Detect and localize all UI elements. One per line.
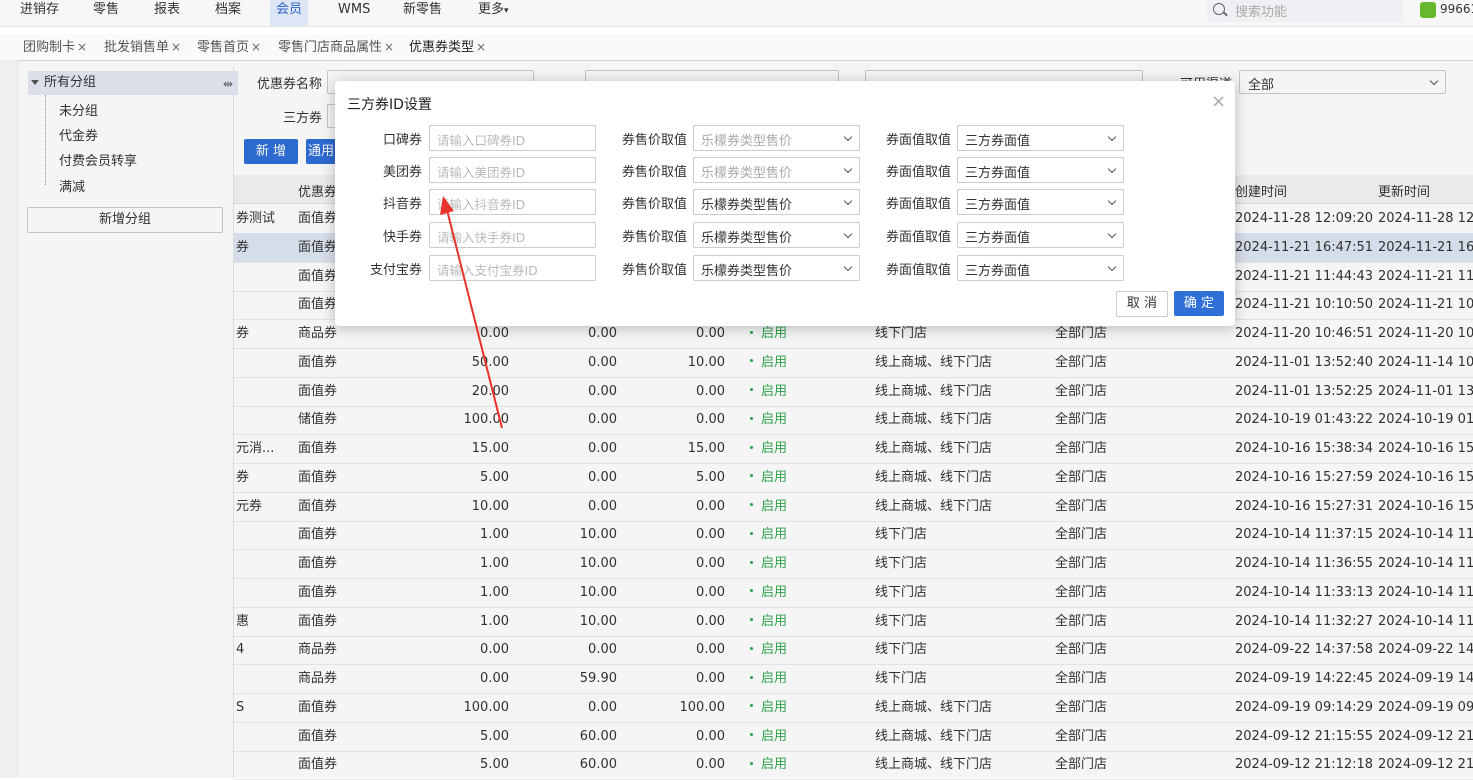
annotation-arrow — [440, 196, 503, 429]
arrow-shaft — [445, 205, 503, 429]
arrow-head — [440, 196, 454, 215]
